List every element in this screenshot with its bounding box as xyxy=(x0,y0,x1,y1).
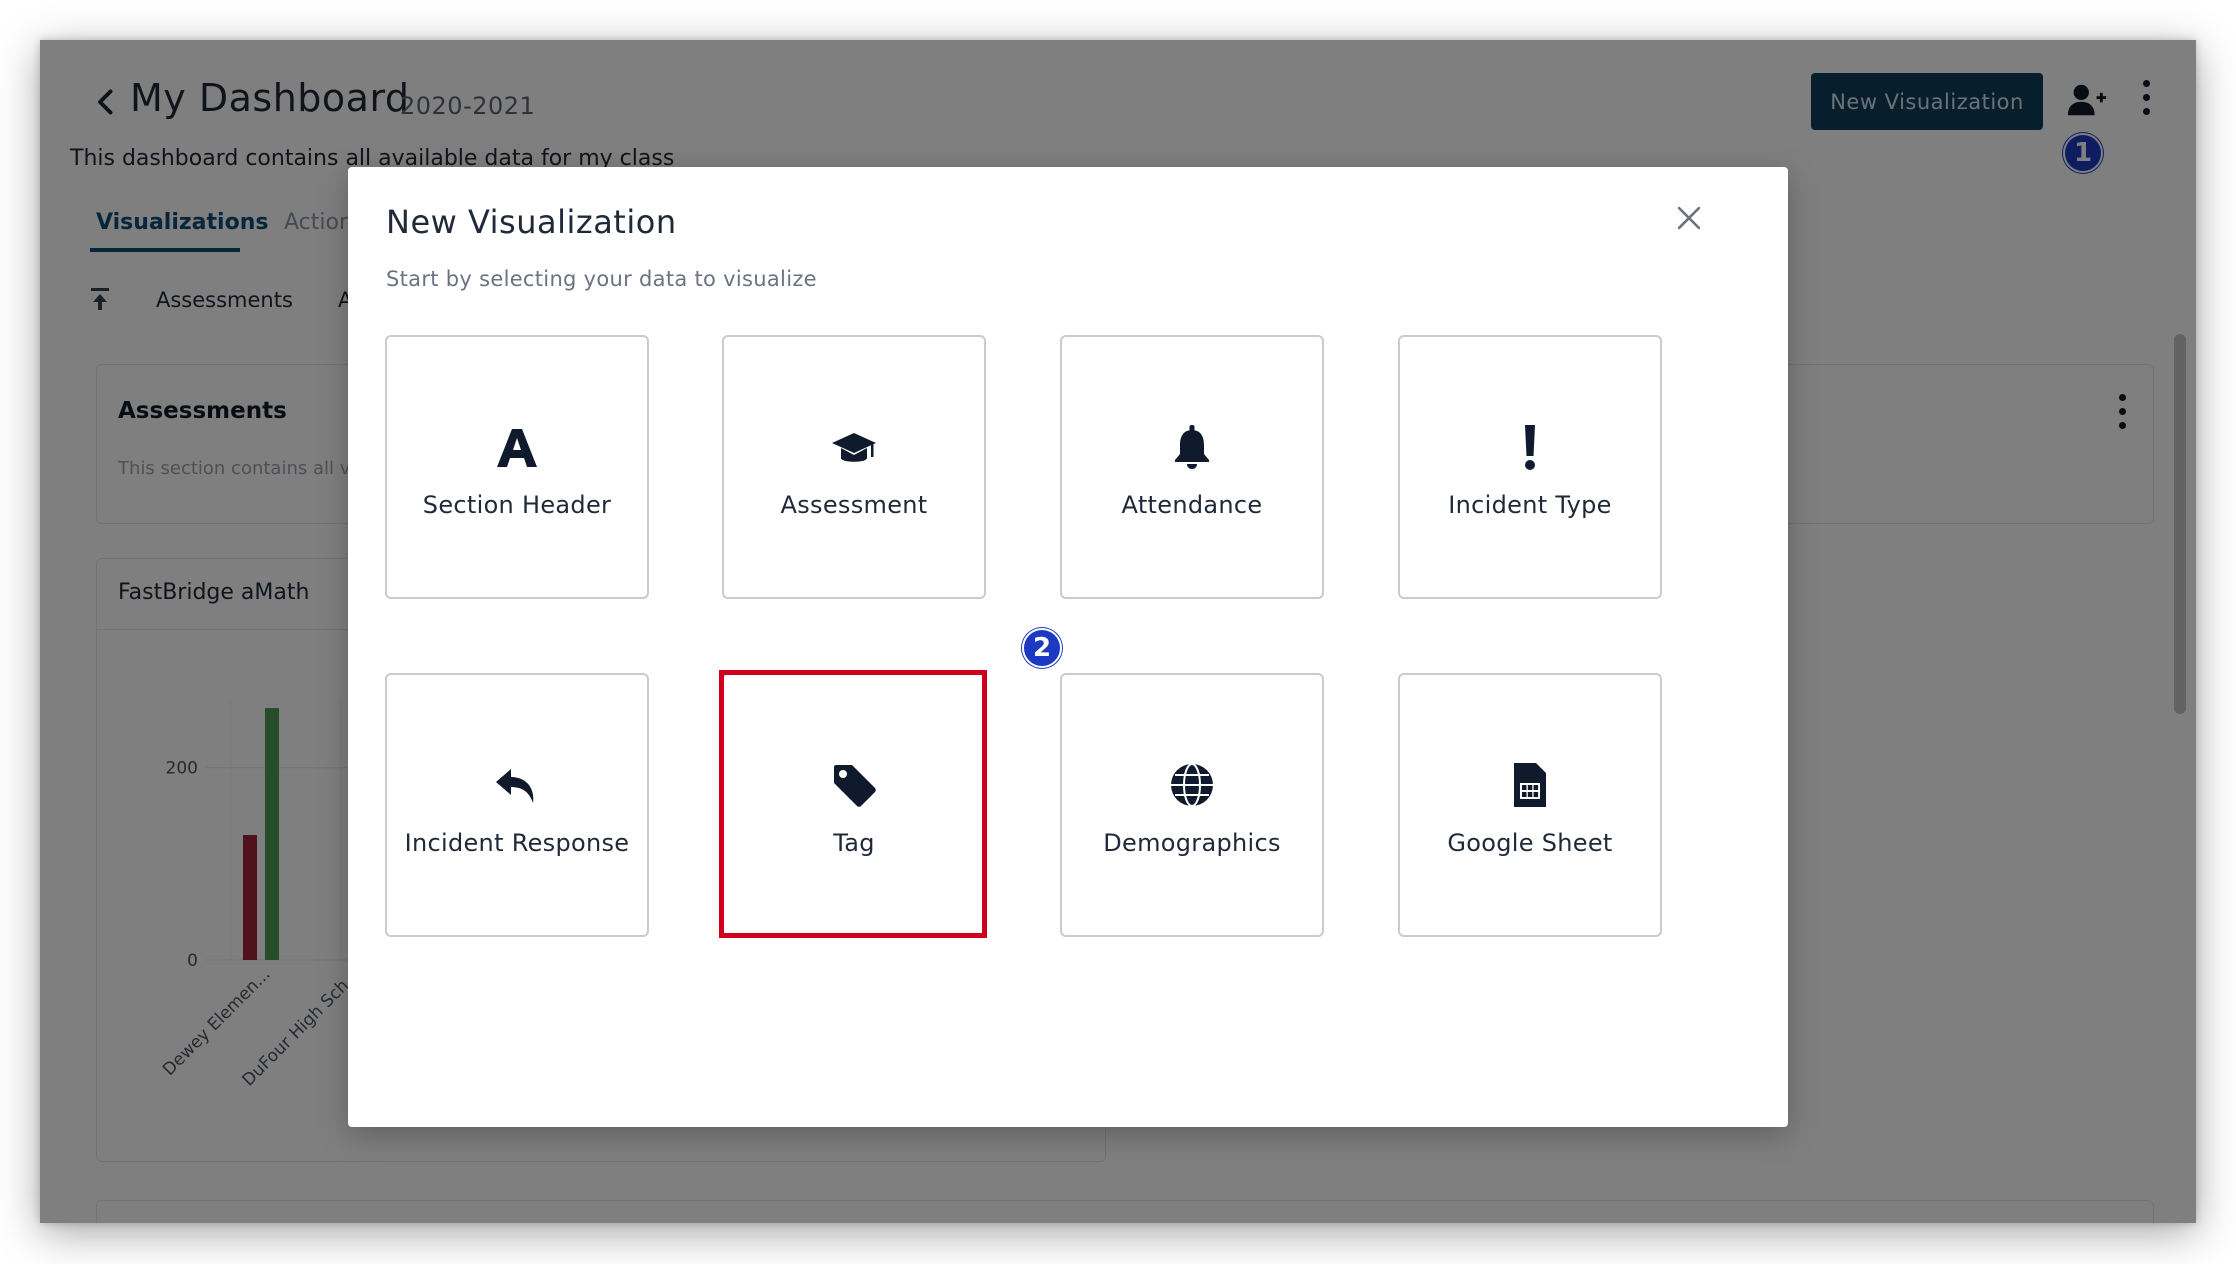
tile-assessment[interactable]: Assessment xyxy=(722,335,986,599)
bell-icon xyxy=(1175,425,1209,469)
tile-label: Demographics xyxy=(1103,829,1281,857)
tile-label: Incident Type xyxy=(1448,491,1612,519)
modal-subtitle: Start by selecting your data to visualiz… xyxy=(386,267,817,291)
tile-google-sheet[interactable]: Google Sheet xyxy=(1398,673,1662,937)
tile-label: Incident Response xyxy=(404,829,630,857)
tile-section-header[interactable]: Section Header xyxy=(385,335,649,599)
new-visualization-modal: New Visualization Start by selecting you… xyxy=(348,167,1788,1127)
letter-a-icon xyxy=(497,429,537,467)
globe-icon xyxy=(1171,763,1213,807)
tile-demographics[interactable]: Demographics xyxy=(1060,673,1324,937)
reply-arrow-icon xyxy=(496,769,534,803)
tile-label: Google Sheet xyxy=(1447,829,1613,857)
tile-label: Attendance xyxy=(1121,491,1263,519)
screenshot-frame: My Dashboard 2020-2021 This dashboard co… xyxy=(40,40,2196,1223)
tile-attendance[interactable]: Attendance xyxy=(1060,335,1324,599)
spreadsheet-icon xyxy=(1514,763,1546,807)
tile-tag[interactable]: Tag xyxy=(722,673,986,937)
exclamation-icon xyxy=(1525,425,1535,470)
modal-title: New Visualization xyxy=(386,203,677,241)
tile-label: Section Header xyxy=(422,491,612,519)
tag-icon xyxy=(834,765,876,807)
tile-label: Assessment xyxy=(780,491,928,519)
tile-incident-type[interactable]: Incident Type xyxy=(1398,335,1662,599)
tile-label: Tag xyxy=(833,829,875,857)
close-icon[interactable] xyxy=(1672,201,1706,235)
tile-incident-response[interactable]: Incident Response xyxy=(385,673,649,937)
step-badge-2: 2 xyxy=(1022,628,1062,668)
graduation-cap-icon xyxy=(832,433,876,462)
